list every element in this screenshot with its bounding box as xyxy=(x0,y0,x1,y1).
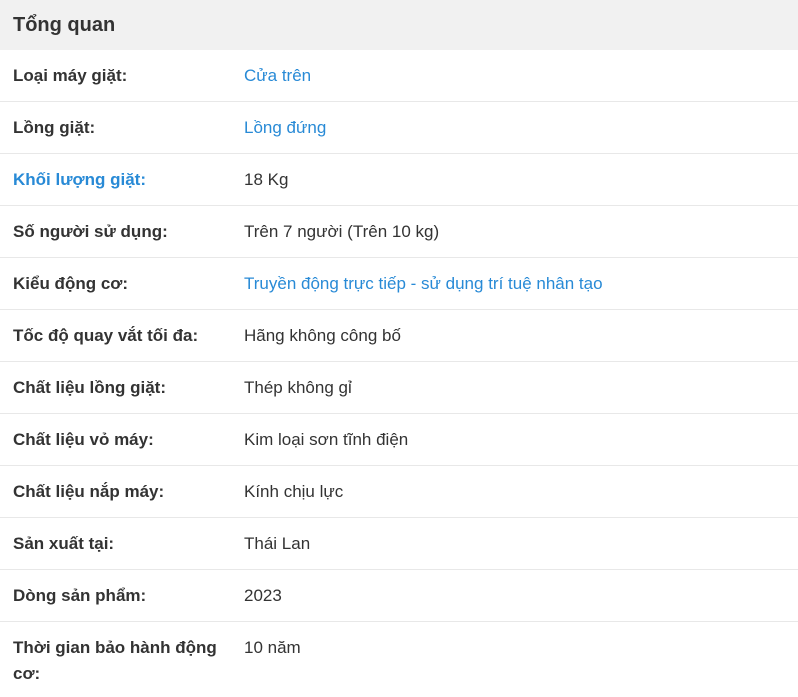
spec-label: Thời gian bảo hành động cơ: xyxy=(13,638,217,683)
spec-value: Thái Lan xyxy=(244,534,311,553)
spec-row-lid-material: Chất liệu nắp máy: Kính chịu lực xyxy=(0,466,798,518)
spec-label-link[interactable]: Khối lượng giặt: xyxy=(0,154,244,205)
spec-label: Sản xuất tại: xyxy=(13,534,115,553)
spec-row-body-material: Chất liệu vỏ máy: Kim loại sơn tĩnh điện xyxy=(0,414,798,466)
spec-row-warranty: Thời gian bảo hành động cơ: 10 năm xyxy=(0,622,798,696)
spec-label: Tốc độ quay vắt tối đa: xyxy=(13,326,199,345)
spec-value: Hãng không công bố xyxy=(244,326,401,345)
spec-row-spin-speed: Tốc độ quay vắt tối đa: Hãng không công … xyxy=(0,310,798,362)
spec-row-drum: Lồng giặt: Lồng đứng xyxy=(0,102,798,154)
spec-value: Thép không gỉ xyxy=(244,378,352,397)
spec-label: Chất liệu lồng giặt: xyxy=(13,378,166,397)
spec-label: Lồng giặt: xyxy=(13,118,96,137)
spec-row-product-line: Dòng sản phẩm: 2023 xyxy=(0,570,798,622)
spec-row-capacity: Khối lượng giặt: 18 Kg xyxy=(0,154,798,206)
spec-label: Loại máy giặt: xyxy=(13,66,128,85)
spec-table: Tổng quan Loại máy giặt: Cửa trên Lồng g… xyxy=(0,0,798,696)
spec-label: Kiểu động cơ: xyxy=(13,274,129,293)
spec-value: Kính chịu lực xyxy=(244,482,344,501)
spec-value: 2023 xyxy=(244,586,282,605)
spec-row-motor: Kiểu động cơ: Truyền động trực tiếp - sử… xyxy=(0,258,798,310)
spec-label: Dòng sản phẩm: xyxy=(13,586,147,605)
spec-row-origin: Sản xuất tại: Thái Lan xyxy=(0,518,798,570)
spec-row-users: Số người sử dụng: Trên 7 người (Trên 10 … xyxy=(0,206,798,258)
spec-value: 10 năm xyxy=(244,638,301,657)
spec-row-washer-type: Loại máy giặt: Cửa trên xyxy=(0,50,798,102)
spec-value: Kim loại sơn tĩnh điện xyxy=(244,430,409,449)
spec-row-drum-material: Chất liệu lồng giặt: Thép không gỉ xyxy=(0,362,798,414)
spec-label: Chất liệu vỏ máy: xyxy=(13,430,154,449)
spec-value: 18 Kg xyxy=(244,170,289,189)
spec-label: Số người sử dụng: xyxy=(13,222,168,241)
spec-value-link[interactable]: Lồng đứng xyxy=(244,102,798,153)
spec-value-link[interactable]: Truyền động trực tiếp - sử dụng trí tuệ … xyxy=(244,258,798,309)
spec-value-link[interactable]: Cửa trên xyxy=(244,50,798,101)
spec-label: Chất liệu nắp máy: xyxy=(13,482,165,501)
section-title: Tổng quan xyxy=(0,0,798,50)
spec-value: Trên 7 người (Trên 10 kg) xyxy=(244,222,440,241)
